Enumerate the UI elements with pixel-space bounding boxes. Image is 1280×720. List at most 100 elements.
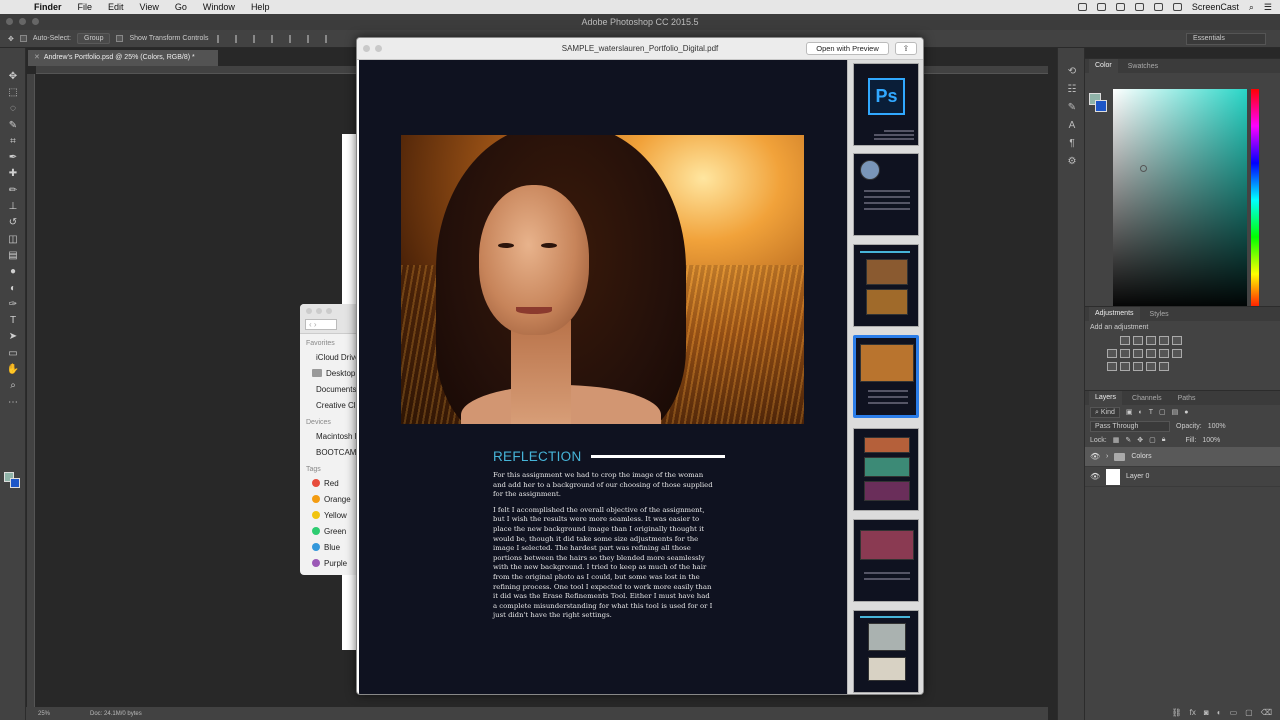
- tab-layers[interactable]: Layers: [1089, 391, 1123, 405]
- page-thumbnail[interactable]: [853, 244, 919, 327]
- back-forward-buttons[interactable]: ‹ ›: [305, 319, 337, 330]
- color-panel-background-swatch[interactable]: [1095, 100, 1107, 112]
- color-picker-handle[interactable]: [1140, 165, 1147, 172]
- tab-color[interactable]: Color: [1089, 59, 1118, 73]
- sidebar-item-documents[interactable]: Documents: [300, 381, 356, 397]
- page-thumbnail[interactable]: [853, 610, 919, 693]
- filter-adjustment-icon[interactable]: ◐: [1139, 409, 1143, 416]
- quick-select-icon[interactable]: ✎: [0, 117, 26, 133]
- zoom-level[interactable]: 25%: [38, 711, 50, 717]
- path-select-icon[interactable]: ➤: [0, 329, 26, 345]
- filter-pixel-icon[interactable]: ▣: [1126, 408, 1133, 416]
- sidebar-item-icloud[interactable]: iCloud Drive: [300, 349, 356, 365]
- visibility-eye-icon[interactable]: 👁︎: [1090, 472, 1100, 481]
- shape-icon[interactable]: ▭: [0, 345, 26, 361]
- menu-go[interactable]: Go: [167, 2, 195, 12]
- layer-row[interactable]: 👁︎ Layer 0: [1085, 467, 1280, 487]
- page-thumbnail[interactable]: [853, 519, 919, 602]
- tab-swatches[interactable]: Swatches: [1122, 63, 1164, 70]
- curves-icon[interactable]: [1146, 336, 1156, 345]
- gradient-icon[interactable]: ▤: [0, 247, 26, 263]
- tab-styles[interactable]: Styles: [1144, 311, 1175, 318]
- document-tab[interactable]: ✕ Andrew's Portfolio.psd @ 25% (Colors, R…: [28, 50, 218, 66]
- crop-icon[interactable]: ⌗: [0, 133, 26, 149]
- layer-mask-icon[interactable]: ◙: [1204, 708, 1209, 717]
- distribute-icon[interactable]: [289, 34, 298, 43]
- volume-icon[interactable]: [1153, 3, 1163, 11]
- visibility-eye-icon[interactable]: 👁︎: [1090, 452, 1100, 461]
- page-thumbnail[interactable]: [853, 428, 919, 511]
- pdf-page[interactable]: REFLECTION For this assignment we had to…: [359, 60, 847, 694]
- color-lookup-icon[interactable]: [1172, 349, 1182, 358]
- filter-type-icon[interactable]: T: [1149, 409, 1153, 416]
- layer-row[interactable]: 👁︎ › Colors: [1085, 447, 1280, 467]
- align-icon[interactable]: [235, 34, 244, 43]
- distribute-icon[interactable]: [307, 34, 316, 43]
- workspace-dropdown[interactable]: Essentials: [1186, 33, 1266, 45]
- share-icon[interactable]: ⇪: [895, 42, 917, 55]
- levels-icon[interactable]: [1133, 336, 1143, 345]
- exposure-icon[interactable]: [1159, 336, 1169, 345]
- blend-mode-dropdown[interactable]: Pass Through: [1090, 420, 1170, 432]
- lock-position-icon[interactable]: ✥: [1137, 436, 1143, 444]
- spotlight-icon[interactable]: ⌕: [1249, 2, 1254, 13]
- sidebar-item-bootcamp[interactable]: BOOTCAMP: [300, 444, 356, 460]
- filter-shape-icon[interactable]: ▢: [1159, 408, 1166, 416]
- fullscreen-button[interactable]: [375, 45, 382, 52]
- zoom-button[interactable]: [326, 308, 332, 314]
- brush-settings-icon[interactable]: ✎: [1058, 98, 1086, 116]
- sidebar-tag-blue[interactable]: Blue: [300, 539, 356, 555]
- close-tab-icon[interactable]: ✕: [34, 54, 40, 61]
- move-icon[interactable]: ✥: [0, 68, 26, 84]
- page-thumbnail[interactable]: [853, 153, 919, 236]
- sidebar-tag-purple[interactable]: Purple: [300, 555, 356, 571]
- menu-app-finder[interactable]: Finder: [26, 2, 70, 12]
- tab-paths[interactable]: Paths: [1172, 395, 1202, 402]
- selective-color-icon[interactable]: [1159, 362, 1169, 371]
- align-icon[interactable]: [217, 34, 226, 43]
- layer-filter-dropdown[interactable]: ⌕ Kind: [1090, 406, 1120, 418]
- menu-file[interactable]: File: [70, 2, 101, 12]
- expand-arrow-icon[interactable]: ›: [1106, 453, 1108, 460]
- color-picker-field[interactable]: [1113, 89, 1247, 311]
- invert-icon[interactable]: [1107, 362, 1117, 371]
- photo-filter-icon[interactable]: [1146, 349, 1156, 358]
- blur-icon[interactable]: ●: [0, 264, 26, 280]
- menu-edit[interactable]: Edit: [100, 2, 132, 12]
- status-icon[interactable]: [1096, 3, 1106, 11]
- minimize-button[interactable]: [19, 18, 26, 25]
- sidebar-item-creative-cloud[interactable]: Creative Cloud Files: [300, 397, 356, 413]
- lock-pixels-icon[interactable]: ✎: [1125, 436, 1131, 444]
- delete-layer-icon[interactable]: ⌫: [1261, 708, 1272, 717]
- layer-name[interactable]: Layer 0: [1126, 473, 1149, 480]
- tool-presets-icon[interactable]: ⚙: [1058, 152, 1086, 170]
- brush-icon[interactable]: ✏: [0, 182, 26, 198]
- sidebar-tag-yellow[interactable]: Yellow: [300, 507, 356, 523]
- notification-center-icon[interactable]: ☰: [1264, 2, 1272, 13]
- page-thumbnail[interactable]: Ps: [853, 63, 919, 146]
- wifi-icon[interactable]: [1134, 3, 1144, 11]
- filter-toggle-icon[interactable]: ●: [1184, 409, 1188, 416]
- menu-view[interactable]: View: [132, 2, 167, 12]
- gradient-map-icon[interactable]: [1146, 362, 1156, 371]
- close-button[interactable]: [6, 18, 13, 25]
- open-with-preview-button[interactable]: Open with Preview: [806, 42, 889, 55]
- opacity-input[interactable]: 100%: [1208, 423, 1226, 430]
- stamp-icon[interactable]: ⊥: [0, 198, 26, 214]
- history-icon[interactable]: ⟲: [1058, 62, 1086, 80]
- new-group-icon[interactable]: ▭: [1230, 708, 1238, 717]
- new-adjustment-icon[interactable]: ◐: [1217, 708, 1222, 717]
- page-thumbnail-selected[interactable]: [853, 335, 919, 418]
- threshold-icon[interactable]: [1133, 362, 1143, 371]
- pen-icon[interactable]: ✑: [0, 296, 26, 312]
- close-button[interactable]: [306, 308, 312, 314]
- brightness-icon[interactable]: [1120, 336, 1130, 345]
- lock-all-icon[interactable]: 🔒︎: [1162, 436, 1166, 444]
- more-tools-icon[interactable]: ⋯: [0, 394, 26, 410]
- vibrance-icon[interactable]: [1172, 336, 1182, 345]
- link-layers-icon[interactable]: ⛓︎: [1171, 708, 1181, 717]
- filter-smart-object-icon[interactable]: ▤: [1172, 408, 1179, 416]
- sidebar-tag-red[interactable]: Red: [300, 475, 356, 491]
- lasso-icon[interactable]: ◌: [0, 101, 26, 117]
- layer-name[interactable]: Colors: [1131, 453, 1151, 460]
